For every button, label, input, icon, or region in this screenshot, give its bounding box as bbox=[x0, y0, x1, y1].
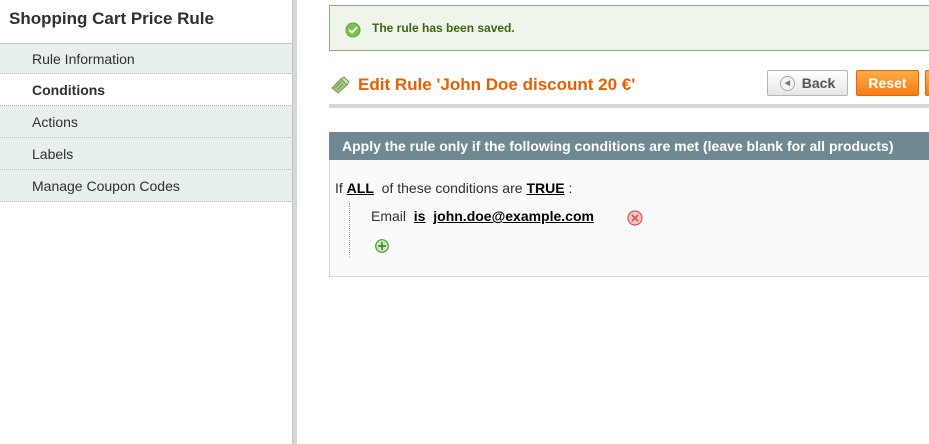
sidebar: Shopping Cart Price Rule Rule Informatio… bbox=[0, 0, 295, 444]
tab-conditions[interactable]: Conditions bbox=[0, 74, 295, 106]
tab-labels[interactable]: Labels bbox=[0, 138, 295, 170]
reset-button[interactable]: Reset bbox=[856, 70, 919, 96]
aggregator-value-select[interactable]: TRUE bbox=[526, 180, 564, 196]
back-arrow-icon: ◀ bbox=[779, 75, 795, 91]
conditions-if-label: If bbox=[335, 180, 343, 196]
header-divider bbox=[329, 104, 929, 108]
edit-rule-icon bbox=[331, 76, 350, 94]
more-actions-button[interactable] bbox=[925, 70, 929, 96]
condition-attribute: Email bbox=[371, 208, 407, 224]
remove-condition-icon[interactable] bbox=[627, 210, 643, 226]
success-check-icon bbox=[345, 22, 361, 38]
conditions-fieldset-header: Apply the rule only if the following con… bbox=[329, 132, 929, 160]
sidebar-tabs: Rule Information Conditions Actions Labe… bbox=[0, 43, 295, 202]
conditions-middle-label: of these conditions are bbox=[381, 180, 523, 196]
tab-rule-information[interactable]: Rule Information bbox=[0, 44, 295, 74]
conditions-aggregator-line: If ALL of these conditions are TRUE : bbox=[335, 180, 572, 196]
page-title: Edit Rule 'John Doe discount 20 €' bbox=[358, 75, 636, 94]
conditions-suffix-label: : bbox=[568, 180, 573, 196]
success-message-text: The rule has been saved. bbox=[372, 21, 515, 35]
condition-operator[interactable]: is bbox=[414, 208, 426, 224]
page: Shopping Cart Price Rule Rule Informatio… bbox=[0, 0, 929, 444]
sidebar-divider bbox=[292, 0, 297, 444]
tab-actions[interactable]: Actions bbox=[0, 106, 295, 138]
back-button-label: Back bbox=[801, 75, 836, 91]
reset-button-label: Reset bbox=[868, 75, 907, 91]
tab-manage-coupon-codes[interactable]: Manage Coupon Codes bbox=[0, 170, 295, 202]
condition-rule: Email is john.doe@example.com bbox=[371, 208, 594, 224]
back-button[interactable]: ◀ Back bbox=[767, 70, 848, 96]
success-message: The rule has been saved. bbox=[329, 5, 929, 51]
add-condition-icon[interactable] bbox=[375, 239, 389, 253]
sidebar-title: Shopping Cart Price Rule bbox=[9, 9, 214, 28]
conditions-tree-line bbox=[349, 203, 350, 257]
aggregator-select[interactable]: ALL bbox=[347, 180, 374, 196]
condition-value[interactable]: john.doe@example.com bbox=[433, 208, 594, 224]
